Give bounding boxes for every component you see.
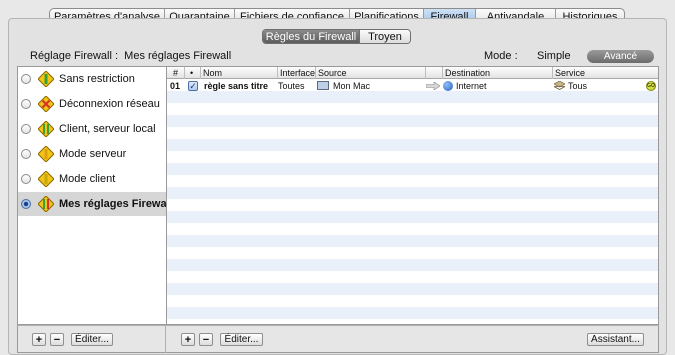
table-row-stripe [167, 295, 658, 307]
table-row-stripe [167, 139, 658, 151]
profile-label: Sans restriction [59, 73, 135, 85]
table-row-stripe [167, 211, 658, 223]
table-row-stripe [167, 199, 658, 211]
assistant-button[interactable]: Assistant... [587, 333, 644, 346]
edit-rule-button[interactable]: Éditer... [220, 333, 263, 346]
table-row-stripe [167, 175, 658, 187]
mode-advanced-option[interactable]: Avancé [587, 50, 654, 63]
firewall-setting-value: Mes réglages Firewall [124, 50, 232, 62]
table-row-stripe [167, 271, 658, 283]
profile-label: Client, serveur local [59, 123, 156, 135]
column-header-destination[interactable]: Destination [442, 67, 552, 79]
profile-radio[interactable] [21, 149, 31, 159]
remove-rule-button[interactable]: − [199, 333, 213, 346]
profile-mode-serveur[interactable]: Mode serveur [18, 142, 166, 166]
table-row-stripe [167, 247, 658, 259]
profile-radio-selected[interactable] [21, 199, 31, 209]
table-row-stripe [167, 91, 658, 103]
column-header-direction [425, 67, 442, 79]
shield-server-icon [38, 146, 54, 162]
firewall-sub-tabs: Règles du Firewall Troyen [262, 29, 411, 44]
computer-icon [317, 81, 329, 90]
tab-troyen[interactable]: Troyen [359, 30, 410, 43]
globe-icon [443, 81, 453, 91]
column-header-num[interactable]: # [167, 67, 184, 79]
profile-label: Mes réglages Firewall [59, 198, 173, 210]
column-header-service[interactable]: Service [552, 67, 658, 79]
service-stack-icon [554, 81, 565, 90]
table-header: # • Nom Interface Source Destination Ser… [167, 67, 658, 79]
rule-enabled-checkbox[interactable]: ✓ [188, 81, 198, 91]
table-row-stripe [167, 115, 658, 127]
bottom-toolbar-divider [165, 325, 166, 353]
table-row-stripe [167, 127, 658, 139]
table-row-stripe [167, 163, 658, 175]
tab-regles-firewall[interactable]: Règles du Firewall [263, 30, 359, 43]
mode-simple-option[interactable]: Simple [537, 50, 571, 62]
add-rule-button[interactable]: + [181, 333, 195, 346]
firewall-rules-table: # • Nom Interface Source Destination Ser… [166, 66, 659, 325]
profile-mode-client[interactable]: Mode client [18, 167, 166, 191]
table-row-stripe [167, 187, 658, 199]
table-row-stripe [167, 223, 658, 235]
column-header-active[interactable]: • [184, 67, 200, 79]
profile-deconnexion-reseau[interactable]: Déconnexion réseau [18, 92, 166, 116]
table-row-stripe [167, 283, 658, 295]
rule-source: Mon Mac [333, 81, 371, 91]
rule-service: Tous [568, 81, 588, 91]
shield-client-icon [38, 171, 54, 187]
table-row-stripe [167, 103, 658, 115]
rule-number: 01 [170, 81, 181, 91]
profile-radio[interactable] [21, 174, 31, 184]
rule-name: règle sans titre [204, 81, 269, 91]
table-row-stripe [167, 151, 658, 163]
column-header-interface[interactable]: Interface [277, 67, 315, 79]
go-icon[interactable]: GO [646, 81, 656, 91]
shield-block-icon [38, 96, 54, 112]
profile-mes-reglages-firewall[interactable]: Mes réglages Firewall [18, 192, 173, 216]
profile-label: Déconnexion réseau [59, 98, 160, 110]
rule-destination: Internet [456, 81, 487, 91]
firewall-profile-list: Sans restriction Déconnexion réseau Clie… [17, 66, 173, 325]
arrow-right-icon [426, 82, 440, 90]
table-row-stripe [167, 307, 658, 319]
table-row[interactable]: 01 ✓ règle sans titre Toutes Mon Mac Int… [167, 80, 658, 92]
profile-client-serveur-local[interactable]: Client, serveur local [18, 117, 166, 141]
profile-radio[interactable] [21, 74, 31, 84]
shield-custom-icon [38, 196, 54, 212]
profile-sans-restriction[interactable]: Sans restriction [18, 67, 166, 91]
table-body [167, 79, 658, 324]
table-row-stripe [167, 259, 658, 271]
firewall-setting-label: Réglage Firewall : [30, 50, 119, 62]
profile-label: Mode serveur [59, 148, 127, 160]
table-row-stripe [167, 235, 658, 247]
mode-label: Mode : [484, 50, 518, 62]
rule-interface: Toutes [278, 81, 305, 91]
remove-profile-button[interactable]: − [50, 333, 64, 346]
add-profile-button[interactable]: + [32, 333, 46, 346]
profile-radio[interactable] [21, 124, 31, 134]
edit-profile-button[interactable]: Éditer... [71, 333, 113, 346]
bottom-toolbar [17, 325, 659, 353]
shield-allow-icon [38, 71, 54, 87]
firewall-setting-title: Réglage Firewall : Mes réglages Firewall [30, 50, 231, 62]
column-header-source[interactable]: Source [315, 67, 425, 79]
profile-radio[interactable] [21, 99, 31, 109]
profile-label: Mode client [59, 173, 116, 185]
shield-local-icon [38, 121, 54, 137]
column-header-name[interactable]: Nom [200, 67, 277, 79]
